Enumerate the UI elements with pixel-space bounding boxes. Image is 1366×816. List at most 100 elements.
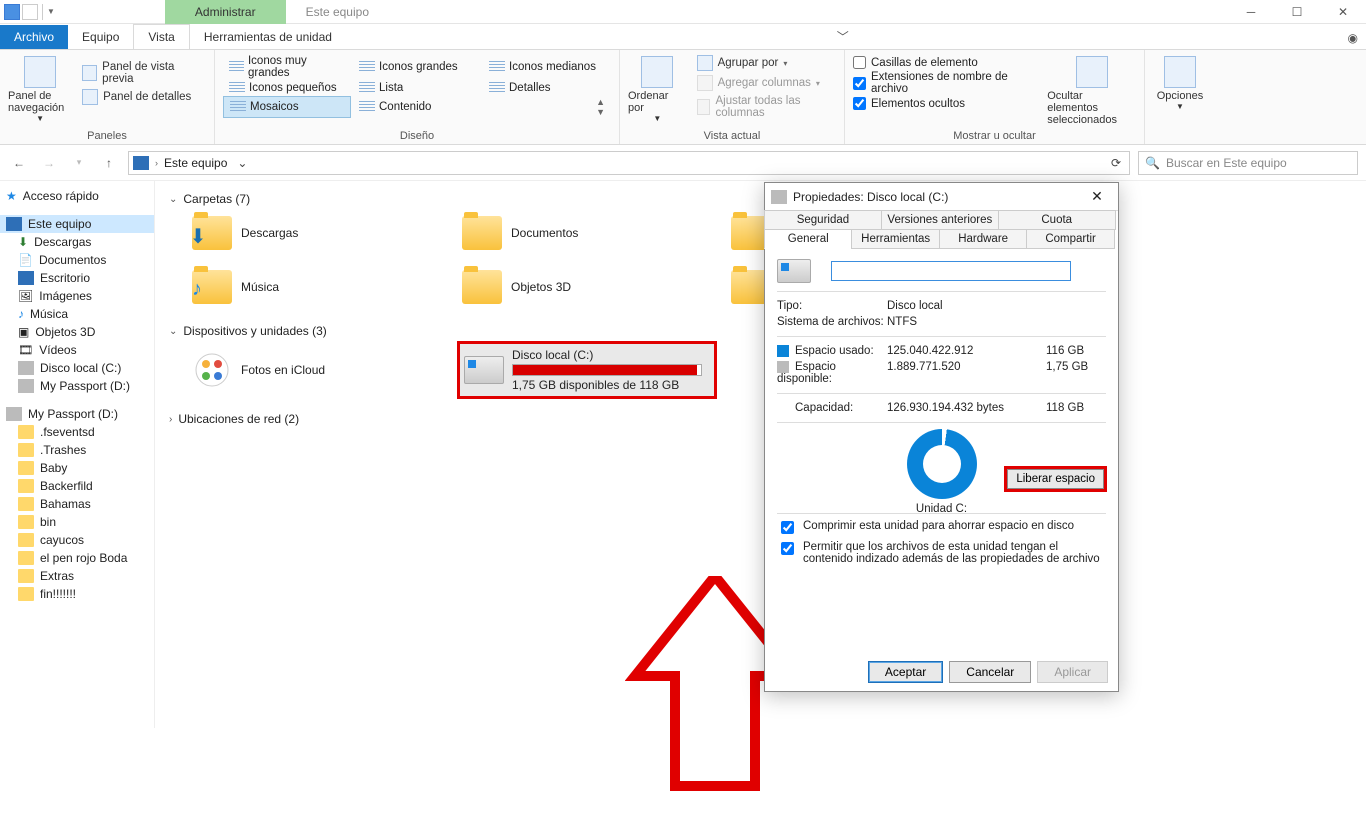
sidebar-escritorio[interactable]: Escritorio — [0, 269, 154, 287]
layout-iconos-pequenos[interactable]: Iconos pequeños — [223, 81, 351, 95]
tab-archivo[interactable]: Archivo — [0, 25, 68, 49]
tab-hardware[interactable]: Hardware — [939, 229, 1027, 249]
up-button[interactable]: ↑ — [98, 152, 120, 174]
dialog-titlebar[interactable]: Propiedades: Disco local (C:) ✕ — [765, 183, 1118, 211]
tab-herramientas[interactable]: Herramientas de unidad — [190, 25, 346, 49]
refresh-button[interactable]: ⟳ — [1107, 156, 1125, 170]
sidebar-passport-2[interactable]: My Passport (D:) — [0, 405, 154, 423]
sidebar-descargas[interactable]: ⬇Descargas — [0, 233, 154, 251]
ordenar-por-button[interactable]: Ordenar por▼ — [628, 54, 687, 123]
maximize-button[interactable]: ☐ — [1274, 0, 1320, 24]
sidebar-objetos3d[interactable]: ▣Objetos 3D — [0, 323, 154, 341]
tab-seguridad[interactable]: Seguridad — [764, 210, 882, 230]
liberar-espacio-button[interactable]: Liberar espacio — [1007, 469, 1104, 489]
volume-name-input[interactable] — [831, 261, 1071, 281]
sidebar-musica[interactable]: ♪Música — [0, 305, 154, 323]
agrupar-por-button[interactable]: Agrupar por ▾ — [693, 54, 836, 72]
back-button[interactable]: ← — [8, 152, 30, 174]
layout-more[interactable]: ▲▼ — [483, 96, 611, 118]
sidebar-este-equipo[interactable]: Este equipo — [0, 215, 154, 233]
dialog-close-button[interactable]: ✕ — [1082, 188, 1112, 205]
sidebar-disco-c[interactable]: Disco local (C:) — [0, 359, 154, 377]
chevron-icon[interactable]: › — [155, 158, 158, 168]
chk-extensiones[interactable]: Extensiones de nombre de archivo — [853, 71, 1041, 95]
minimize-button[interactable]: ─ — [1228, 0, 1274, 24]
sidebar-folder[interactable]: .fseventsd — [0, 423, 154, 441]
tab-compartir[interactable]: Compartir — [1026, 229, 1114, 249]
search-box[interactable]: 🔍 Buscar en Este equipo — [1138, 151, 1358, 175]
panel-navegacion-button[interactable]: Panel de navegación▼ — [8, 54, 72, 123]
layout-iconos-medianos[interactable]: Iconos medianos — [483, 54, 611, 80]
tab-herramientas[interactable]: Herramientas — [851, 229, 939, 249]
aplicar-button[interactable]: Aplicar — [1037, 661, 1108, 683]
address-bar[interactable]: › Este equipo ⌄ ⟳ — [128, 151, 1130, 175]
aceptar-button[interactable]: Aceptar — [868, 661, 943, 683]
qat-button[interactable] — [22, 4, 38, 20]
sidebar-passport-1[interactable]: My Passport (D:) — [0, 377, 154, 395]
sidebar-folder[interactable]: Bahamas — [0, 495, 154, 513]
layout-iconos-grandes[interactable]: Iconos grandes — [353, 54, 481, 80]
chk-indizar[interactable]: Permitir que los archivos de esta unidad… — [777, 541, 1106, 565]
drive-icon — [18, 361, 34, 375]
tab-vista[interactable]: Vista — [133, 24, 189, 49]
sidebar-folder[interactable]: Extras — [0, 567, 154, 585]
navigation-pane[interactable]: ★Acceso rápido Este equipo ⬇Descargas 📄D… — [0, 181, 155, 728]
sidebar-acceso-rapido[interactable]: ★Acceso rápido — [0, 187, 154, 205]
icloud-icon — [191, 350, 233, 390]
tab-equipo[interactable]: Equipo — [68, 25, 133, 49]
sidebar-imagenes[interactable]: 🖼Imágenes — [0, 287, 154, 305]
breadcrumb[interactable]: Este equipo — [164, 156, 227, 170]
value: 116 GB — [1046, 345, 1106, 357]
section-red[interactable]: ›Ubicaciones de red (2) — [169, 409, 1352, 429]
value: 1.889.771.520 — [887, 361, 1046, 385]
layout-contenido[interactable]: Contenido — [353, 96, 481, 118]
folder-icon — [18, 425, 34, 439]
tab-general[interactable]: General — [764, 229, 852, 249]
layout-iconos-muy-grandes[interactable]: Iconos muy grandes — [223, 54, 351, 80]
layout-lista[interactable]: Lista — [353, 81, 481, 95]
layout-mosaicos[interactable]: Mosaicos — [223, 96, 351, 118]
value: 126.930.194.432 bytes — [887, 402, 1046, 414]
qat-dropdown-icon[interactable]: ▼ — [47, 7, 55, 16]
chk-casillas[interactable]: Casillas de elemento — [853, 56, 1041, 69]
tab-versiones[interactable]: Versiones anteriores — [881, 210, 999, 230]
layout-detalles[interactable]: Detalles — [483, 81, 611, 95]
cancelar-button[interactable]: Cancelar — [949, 661, 1031, 683]
forward-button[interactable]: → — [38, 152, 60, 174]
ocultar-elementos-button[interactable]: Ocultar elementos seleccionados — [1047, 54, 1136, 126]
ajustar-columnas-button[interactable]: Ajustar todas las columnas — [693, 94, 836, 120]
tab-cuota[interactable]: Cuota — [998, 210, 1116, 230]
chk-comprimir[interactable]: Comprimir esta unidad para ahorrar espac… — [777, 520, 1106, 537]
section-dispositivos[interactable]: ⌄Dispositivos y unidades (3) — [169, 321, 1352, 341]
sidebar-folder[interactable]: bin — [0, 513, 154, 531]
sidebar-videos[interactable]: 🎞Vídeos — [0, 341, 154, 359]
tile-documentos[interactable]: Documentos — [457, 209, 687, 257]
opciones-button[interactable]: Opciones▼ — [1153, 54, 1207, 111]
section-carpetas[interactable]: ⌄Carpetas (7) — [169, 189, 1352, 209]
panel-vista-previa-button[interactable]: Panel de vista previa — [78, 60, 206, 86]
tile-disco-c[interactable]: Disco local (C:) 1,75 GB disponibles de … — [457, 341, 717, 399]
chk-ocultos[interactable]: Elementos ocultos — [853, 97, 1041, 110]
help-icon[interactable]: ◉ — [1340, 27, 1366, 49]
recent-dropdown[interactable]: ▾ — [68, 152, 90, 174]
sidebar-folder[interactable]: Baby — [0, 459, 154, 477]
tile-icloud-fotos[interactable]: Fotos en iCloud — [187, 341, 417, 399]
value: 125.040.422.912 — [887, 345, 1046, 357]
sidebar-folder[interactable]: Backerfild — [0, 477, 154, 495]
address-dropdown-icon[interactable]: ⌄ — [233, 156, 251, 170]
sidebar-documentos[interactable]: 📄Documentos — [0, 251, 154, 269]
content-area[interactable]: ⌄Carpetas (7) ⬇Descargas Documentos Escr… — [155, 181, 1366, 728]
tile-objetos3d[interactable]: Objetos 3D — [457, 263, 687, 311]
sidebar-folder[interactable]: el pen rojo Boda — [0, 549, 154, 567]
sidebar-folder[interactable]: fin!!!!!!! — [0, 585, 154, 603]
close-button[interactable]: ✕ — [1320, 0, 1366, 24]
label: Panel de vista previa — [102, 61, 202, 85]
context-tab-manage[interactable]: Administrar — [165, 0, 286, 24]
tile-musica[interactable]: ♪Música — [187, 263, 417, 311]
ribbon-collapse-icon[interactable]: ﹀ — [829, 24, 857, 49]
agregar-columnas-button[interactable]: Agregar columnas ▾ — [693, 74, 836, 92]
panel-detalles-button[interactable]: Panel de detalles — [78, 88, 206, 106]
sidebar-folder[interactable]: cayucos — [0, 531, 154, 549]
tile-descargas[interactable]: ⬇Descargas — [187, 209, 417, 257]
sidebar-folder[interactable]: .Trashes — [0, 441, 154, 459]
